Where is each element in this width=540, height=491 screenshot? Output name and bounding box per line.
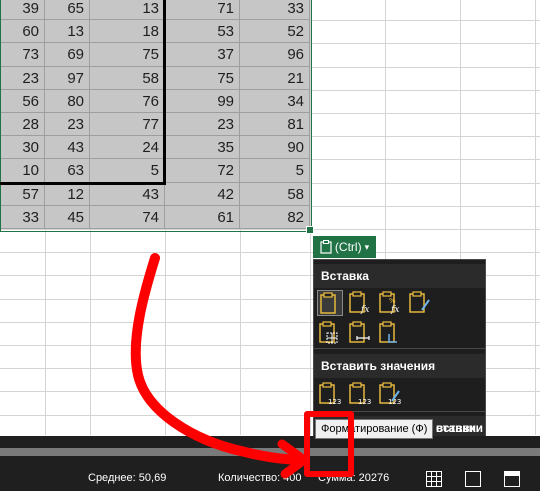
gridline [0, 252, 540, 254]
paste-keep-column-widths-icon[interactable] [347, 320, 373, 346]
svg-text:fx: fx [360, 305, 369, 315]
paste-values-number-format-icon[interactable]: 123 [347, 381, 373, 407]
svg-text:123: 123 [358, 398, 371, 406]
horizontal-scrollbar[interactable] [0, 448, 540, 456]
page-layout-view-icon[interactable] [465, 471, 481, 487]
paste-values-source-formatting-icon[interactable]: 123 [377, 381, 403, 407]
page-break-preview-icon[interactable] [504, 471, 520, 487]
range-border [0, 182, 166, 185]
section-title-tail: ставки [436, 421, 476, 435]
section-title-paste: Вставка [314, 264, 485, 288]
svg-text:%: % [389, 297, 396, 305]
paste-no-borders-icon[interactable] [317, 320, 343, 346]
paste-options-button[interactable]: (Ctrl) ▾ [313, 236, 376, 258]
menu-divider [314, 348, 485, 349]
paste-values-icon[interactable]: 123 [317, 381, 343, 407]
range-border [163, 0, 166, 185]
status-average: Среднее: 50,69 [88, 472, 167, 484]
section-title-paste-values: Вставить значения [314, 354, 485, 378]
paste-options-label: (Ctrl) [334, 240, 362, 254]
fill-handle[interactable] [306, 226, 314, 234]
selection-border [0, 0, 312, 232]
paste-keep-source-formatting-icon[interactable] [407, 290, 433, 316]
paste-transpose-icon[interactable] [377, 320, 403, 346]
status-count: Количество: 400 [218, 472, 302, 484]
status-bar: Среднее: 50,69 Количество: 400 Сумма: 20… [0, 468, 540, 491]
svg-text:123: 123 [328, 398, 341, 406]
svg-text:fx: fx [390, 305, 399, 315]
paste-icon[interactable] [317, 290, 343, 316]
paste-formulas-number-format-icon[interactable]: fx% [377, 290, 403, 316]
normal-view-icon[interactable] [426, 471, 442, 487]
gridline [535, 0, 536, 435]
chevron-down-icon: ▾ [364, 241, 370, 252]
svg-text:123: 123 [388, 398, 401, 406]
highlight-box [304, 411, 354, 477]
clipboard-icon [320, 240, 332, 254]
paste-formulas-icon[interactable]: fx [347, 290, 373, 316]
